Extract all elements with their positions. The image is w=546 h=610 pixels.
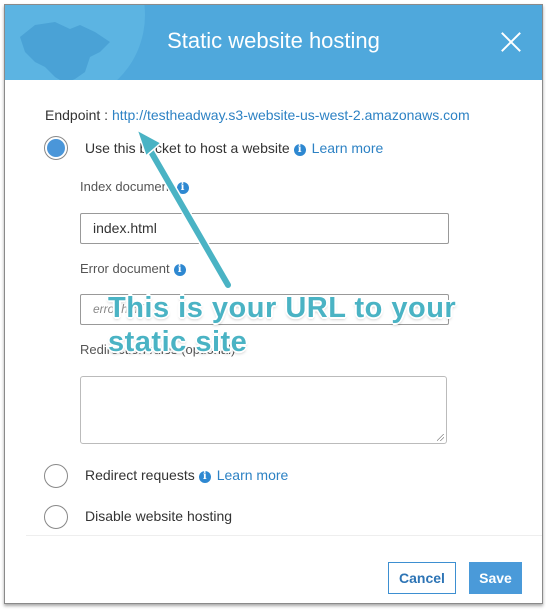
info-icon[interactable]: i bbox=[293, 144, 306, 156]
disable-hosting-label: Disable website hosting bbox=[85, 508, 233, 524]
redirect-requests-radio[interactable] bbox=[44, 464, 68, 488]
close-icon[interactable] bbox=[500, 31, 522, 53]
resize-handle-icon[interactable] bbox=[437, 434, 444, 441]
dialog-header: Static website hosting bbox=[5, 5, 542, 80]
redirection-rules-textarea[interactable] bbox=[80, 376, 447, 444]
info-icon[interactable]: i bbox=[198, 471, 211, 483]
info-icon[interactable]: i bbox=[173, 264, 186, 276]
redirect-requests-label: Redirect requests bbox=[85, 467, 195, 483]
learn-more-link[interactable]: Learn more bbox=[312, 140, 384, 156]
redirect-requests-option: Redirect requests i Learn more bbox=[85, 467, 288, 483]
disable-hosting-radio[interactable] bbox=[44, 505, 68, 529]
cancel-button[interactable]: Cancel bbox=[388, 562, 456, 594]
host-website-option: Use this bucket to host a website i Learn … bbox=[85, 140, 383, 156]
footer-divider bbox=[26, 535, 542, 536]
endpoint-url-link[interactable]: http://testheadway.s3-website-us-west-2.… bbox=[112, 107, 470, 123]
annotation-line-1: This is your URL to your bbox=[108, 292, 457, 324]
index-document-input[interactable]: index.html bbox=[80, 213, 449, 244]
endpoint-label: Endpoint : bbox=[45, 107, 109, 123]
info-icon[interactable]: i bbox=[176, 182, 189, 194]
annotation-line-2: static site bbox=[108, 326, 248, 358]
endpoint-row: Endpoint : http://testheadway.s3-website… bbox=[45, 107, 470, 123]
host-website-label: Use this bucket to host a website bbox=[85, 140, 290, 156]
error-document-label: Error document i bbox=[80, 261, 186, 276]
host-website-radio[interactable] bbox=[44, 136, 68, 160]
save-button[interactable]: Save bbox=[469, 562, 522, 594]
dialog-title: Static website hosting bbox=[167, 28, 380, 53]
learn-more-link[interactable]: Learn more bbox=[217, 467, 289, 483]
annotation-text: This is your URL to your static site bbox=[108, 291, 456, 359]
index-document-label: Index document i bbox=[80, 179, 189, 194]
